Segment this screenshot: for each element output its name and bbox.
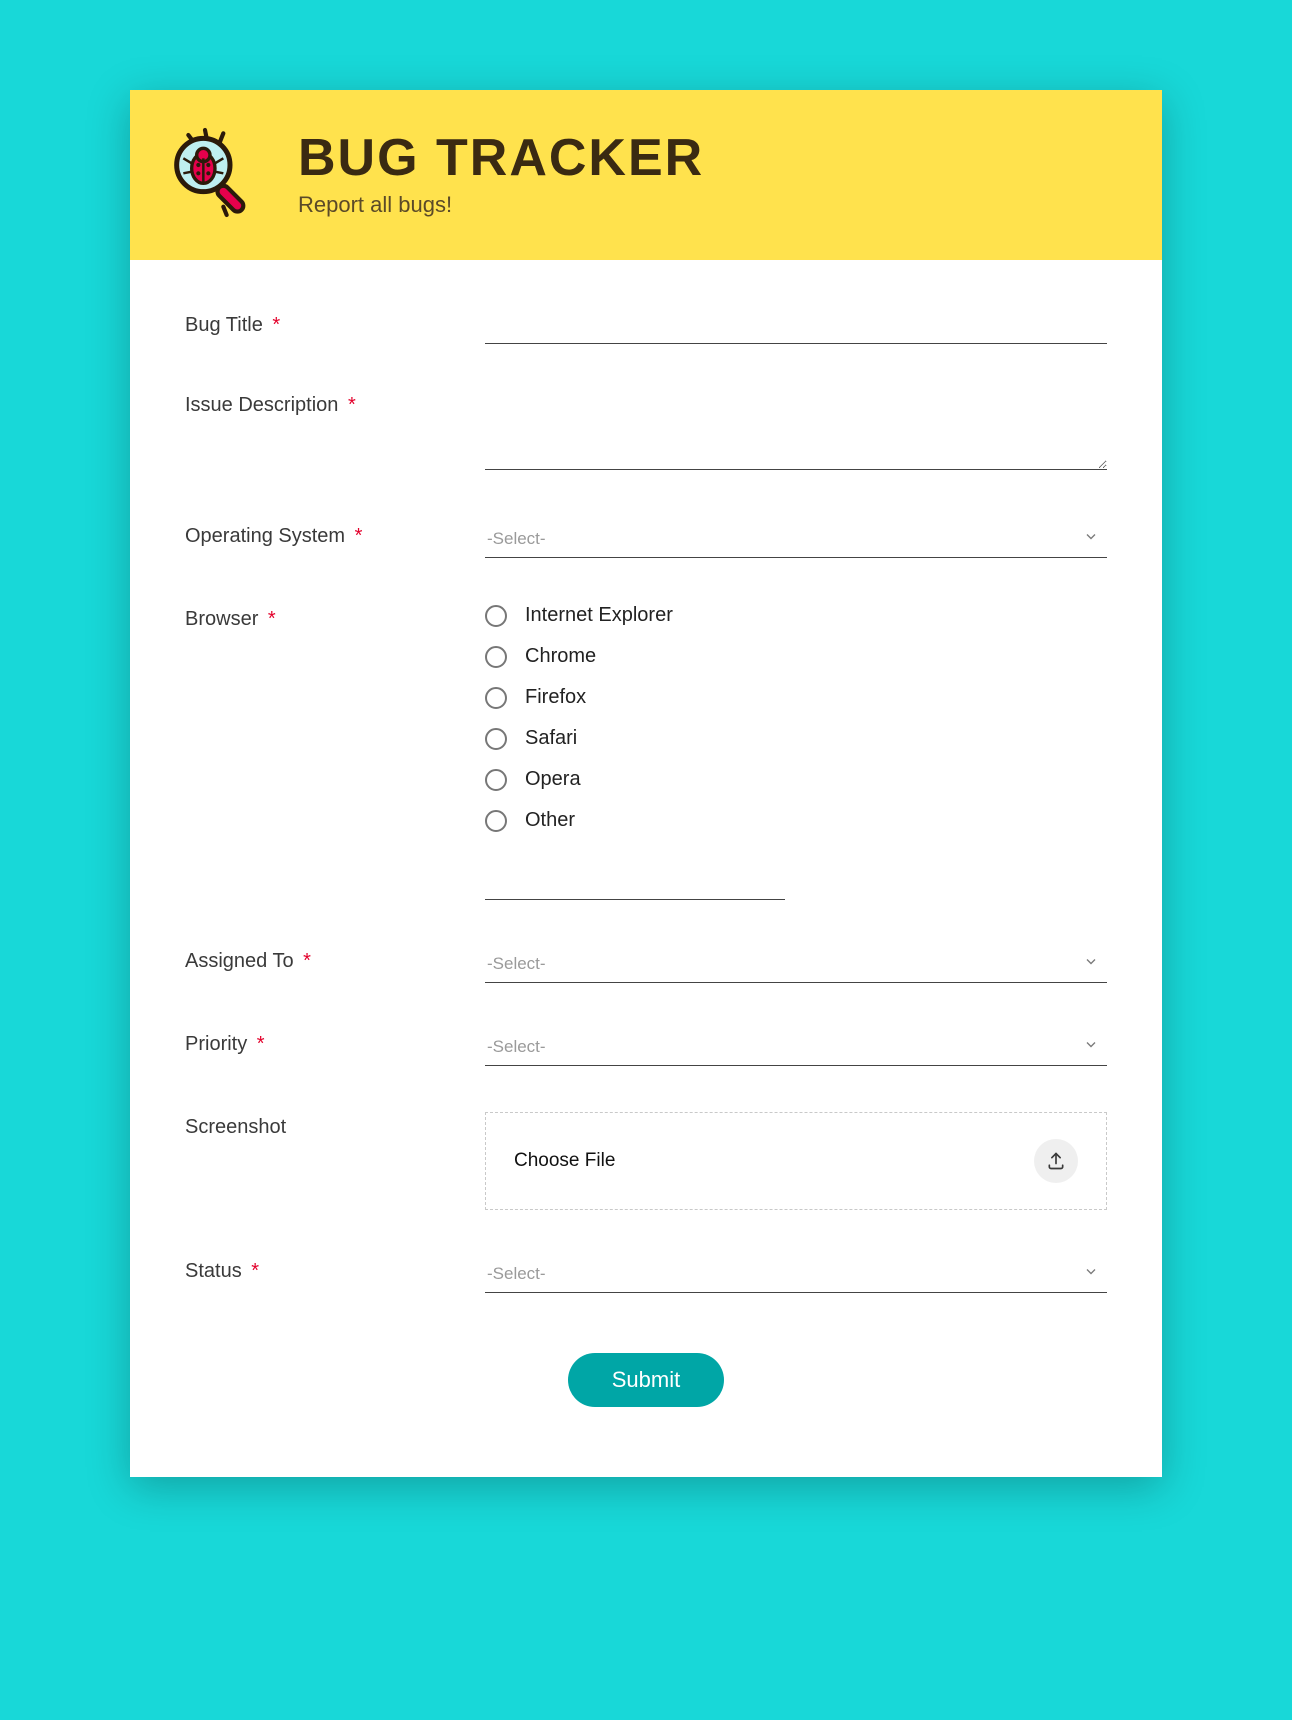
radio-icon <box>485 769 507 791</box>
operating-system-placeholder: -Select- <box>487 529 546 548</box>
label-screenshot-text: Screenshot <box>185 1116 286 1138</box>
label-status-text: Status <box>185 1260 242 1282</box>
submit-button[interactable]: Submit <box>568 1353 724 1407</box>
label-priority: Priority * <box>185 1029 485 1056</box>
assigned-to-placeholder: -Select- <box>487 954 546 973</box>
label-screenshot: Screenshot <box>185 1112 485 1139</box>
browser-option-internet-explorer[interactable]: Internet Explorer <box>485 604 1107 627</box>
browser-option-opera[interactable]: Opera <box>485 768 1107 791</box>
status-select[interactable]: -Select- <box>485 1256 1107 1293</box>
label-issue-description: Issue Description * <box>185 390 485 417</box>
browser-option-chrome[interactable]: Chrome <box>485 645 1107 668</box>
label-assigned-to-text: Assigned To <box>185 950 294 972</box>
radio-label: Safari <box>525 727 577 750</box>
required-marker: * <box>348 394 356 416</box>
bug-title-input[interactable] <box>485 310 1107 344</box>
browser-option-safari[interactable]: Safari <box>485 727 1107 750</box>
radio-label: Other <box>525 809 575 832</box>
required-marker: * <box>355 525 363 547</box>
priority-placeholder: -Select- <box>487 1037 546 1056</box>
status-placeholder: -Select- <box>487 1264 546 1283</box>
row-browser: Browser * Internet Explorer Chrome Fire <box>185 604 1107 900</box>
bug-magnifier-icon <box>160 120 270 230</box>
chevron-down-icon <box>1083 529 1099 550</box>
label-bug-title-text: Bug Title <box>185 314 263 336</box>
browser-radio-list: Internet Explorer Chrome Firefox Safari <box>485 604 1107 832</box>
radio-icon <box>485 605 507 627</box>
label-priority-text: Priority <box>185 1033 247 1055</box>
required-marker: * <box>272 314 280 336</box>
browser-other-input[interactable] <box>485 872 785 900</box>
app-subtitle: Report all bugs! <box>298 192 704 218</box>
submit-row: Submit <box>185 1353 1107 1407</box>
radio-icon <box>485 687 507 709</box>
choose-file-label: Choose File <box>514 1150 615 1172</box>
required-marker: * <box>303 950 311 972</box>
required-marker: * <box>251 1260 259 1282</box>
radio-icon <box>485 728 507 750</box>
assigned-to-select[interactable]: -Select- <box>485 946 1107 983</box>
radio-label: Internet Explorer <box>525 604 673 627</box>
radio-label: Chrome <box>525 645 596 668</box>
label-bug-title: Bug Title * <box>185 310 485 337</box>
form-header: BUG TRACKER Report all bugs! <box>130 90 1162 260</box>
required-marker: * <box>257 1033 265 1055</box>
row-issue-description: Issue Description * <box>185 390 1107 475</box>
radio-icon <box>485 810 507 832</box>
radio-icon <box>485 646 507 668</box>
row-screenshot: Screenshot Choose File <box>185 1112 1107 1210</box>
row-status: Status * -Select- <box>185 1256 1107 1293</box>
label-issue-description-text: Issue Description <box>185 394 338 416</box>
label-browser-text: Browser <box>185 608 258 630</box>
form-card: BUG TRACKER Report all bugs! Bug Title *… <box>130 90 1162 1477</box>
browser-option-firefox[interactable]: Firefox <box>485 686 1107 709</box>
upload-icon <box>1034 1139 1078 1183</box>
screenshot-file-input[interactable]: Choose File <box>485 1112 1107 1210</box>
row-priority: Priority * -Select- <box>185 1029 1107 1066</box>
label-operating-system-text: Operating System <box>185 525 345 547</box>
required-marker: * <box>268 608 276 630</box>
row-assigned-to: Assigned To * -Select- <box>185 946 1107 983</box>
radio-label: Firefox <box>525 686 586 709</box>
row-bug-title: Bug Title * <box>185 310 1107 344</box>
issue-description-input[interactable] <box>485 390 1107 470</box>
browser-option-other[interactable]: Other <box>485 809 1107 832</box>
form-body: Bug Title * Issue Description * Operatin… <box>130 260 1162 1477</box>
chevron-down-icon <box>1083 954 1099 975</box>
chevron-down-icon <box>1083 1264 1099 1285</box>
label-assigned-to: Assigned To * <box>185 946 485 973</box>
chevron-down-icon <box>1083 1037 1099 1058</box>
priority-select[interactable]: -Select- <box>485 1029 1107 1066</box>
row-operating-system: Operating System * -Select- <box>185 521 1107 558</box>
operating-system-select[interactable]: -Select- <box>485 521 1107 558</box>
app-title: BUG TRACKER <box>298 132 704 184</box>
radio-label: Opera <box>525 768 581 791</box>
header-text: BUG TRACKER Report all bugs! <box>298 132 704 218</box>
label-status: Status * <box>185 1256 485 1283</box>
label-browser: Browser * <box>185 604 485 631</box>
label-operating-system: Operating System * <box>185 521 485 548</box>
